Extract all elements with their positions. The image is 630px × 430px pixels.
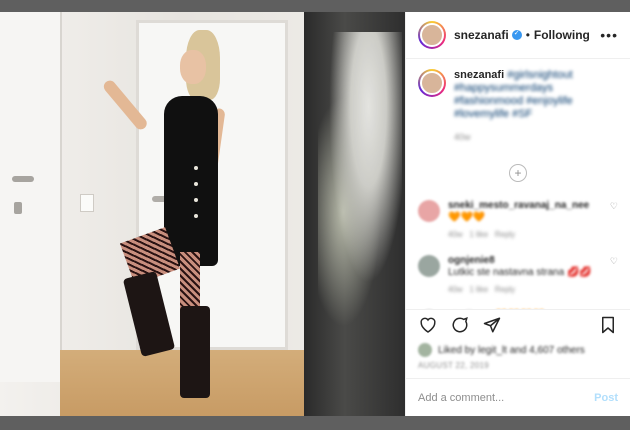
post-date: AUGUST 22, 2019 [418, 361, 490, 370]
comment-username[interactable]: ognjenie8 [448, 255, 495, 266]
post-caption: snezanafi #girlsnightout #happysummerday… [418, 69, 618, 144]
dress-button [194, 198, 198, 202]
comment-reply-button[interactable]: Reply [495, 285, 515, 294]
more-options-icon[interactable]: ••• [600, 27, 618, 43]
post-actions-bar [406, 309, 630, 339]
comment-text: 🧡🧡🧡 [448, 212, 486, 223]
following-button[interactable]: Following [534, 28, 590, 42]
figure-face [180, 50, 206, 84]
comments-list[interactable]: snezanafi #girlsnightout #happysummerday… [406, 59, 630, 309]
dress-button [194, 214, 198, 218]
post-header: snezanafi • Following ••• [406, 12, 630, 59]
likes-text[interactable]: Liked by legit_lt and 4,607 others [438, 345, 585, 356]
door-handle [12, 176, 34, 182]
post-photo[interactable] [0, 12, 405, 416]
dress-button [194, 182, 198, 186]
figure-dress [164, 96, 218, 266]
load-more-comments-button[interactable]: + [509, 164, 527, 182]
comment-reply-button[interactable]: Reply [495, 230, 515, 239]
comment-time: 40w [448, 230, 463, 239]
comment-likes[interactable]: 1 like [469, 285, 488, 294]
comment-like-icon[interactable]: ♡ [610, 200, 618, 241]
comment-likes[interactable]: 1 like [469, 230, 488, 239]
comment-username[interactable]: sneki_mesto_ravanaj_na_nee [448, 200, 589, 211]
likes-summary[interactable]: Liked by legit_lt and 4,607 others [406, 339, 630, 361]
comment-item: sneki_mesto_ravanaj_na_nee 🧡🧡🧡 40w 1 lik… [418, 200, 618, 241]
door-lock [14, 202, 22, 214]
light-switch [80, 194, 94, 212]
comment-text: Lutkic ste nastavna strana 💋💋 [448, 267, 592, 278]
comment-like-icon[interactable]: ♡ [610, 255, 618, 296]
add-comment-input[interactable]: Add a comment... [418, 392, 594, 404]
add-comment-bar: Add a comment... Post [406, 378, 630, 416]
figure-leg [180, 252, 200, 312]
comment-time: 40w [448, 285, 463, 294]
verified-badge-icon [511, 29, 522, 40]
avatar[interactable] [418, 21, 446, 49]
header-separator: • [525, 28, 530, 42]
post-side-panel: snezanafi • Following ••• snezanafi #gir… [405, 12, 630, 416]
like-heart-icon[interactable] [418, 315, 438, 335]
caption-time: 40w [454, 132, 471, 142]
post-modal: snezanafi • Following ••• snezanafi #gir… [0, 12, 630, 416]
post-comment-button[interactable]: Post [594, 392, 618, 404]
bookmark-icon[interactable] [598, 315, 618, 335]
photo-door-left [0, 12, 62, 382]
caption-avatar[interactable] [418, 69, 446, 97]
share-paper-plane-icon[interactable] [482, 315, 502, 335]
comment-avatar[interactable] [418, 255, 440, 277]
comment-item: ognjenie8 Lutkic ste nastavna strana 💋💋 … [418, 255, 618, 296]
comment-avatar[interactable] [418, 200, 440, 222]
figure-boot-right [180, 306, 210, 398]
header-username[interactable]: snezanafi [454, 28, 509, 42]
liker-avatar [418, 343, 432, 357]
photo-lily-print [318, 32, 402, 332]
dress-button [194, 166, 198, 170]
caption-username[interactable]: snezanafi [454, 69, 504, 81]
comment-bubble-icon[interactable] [450, 315, 470, 335]
